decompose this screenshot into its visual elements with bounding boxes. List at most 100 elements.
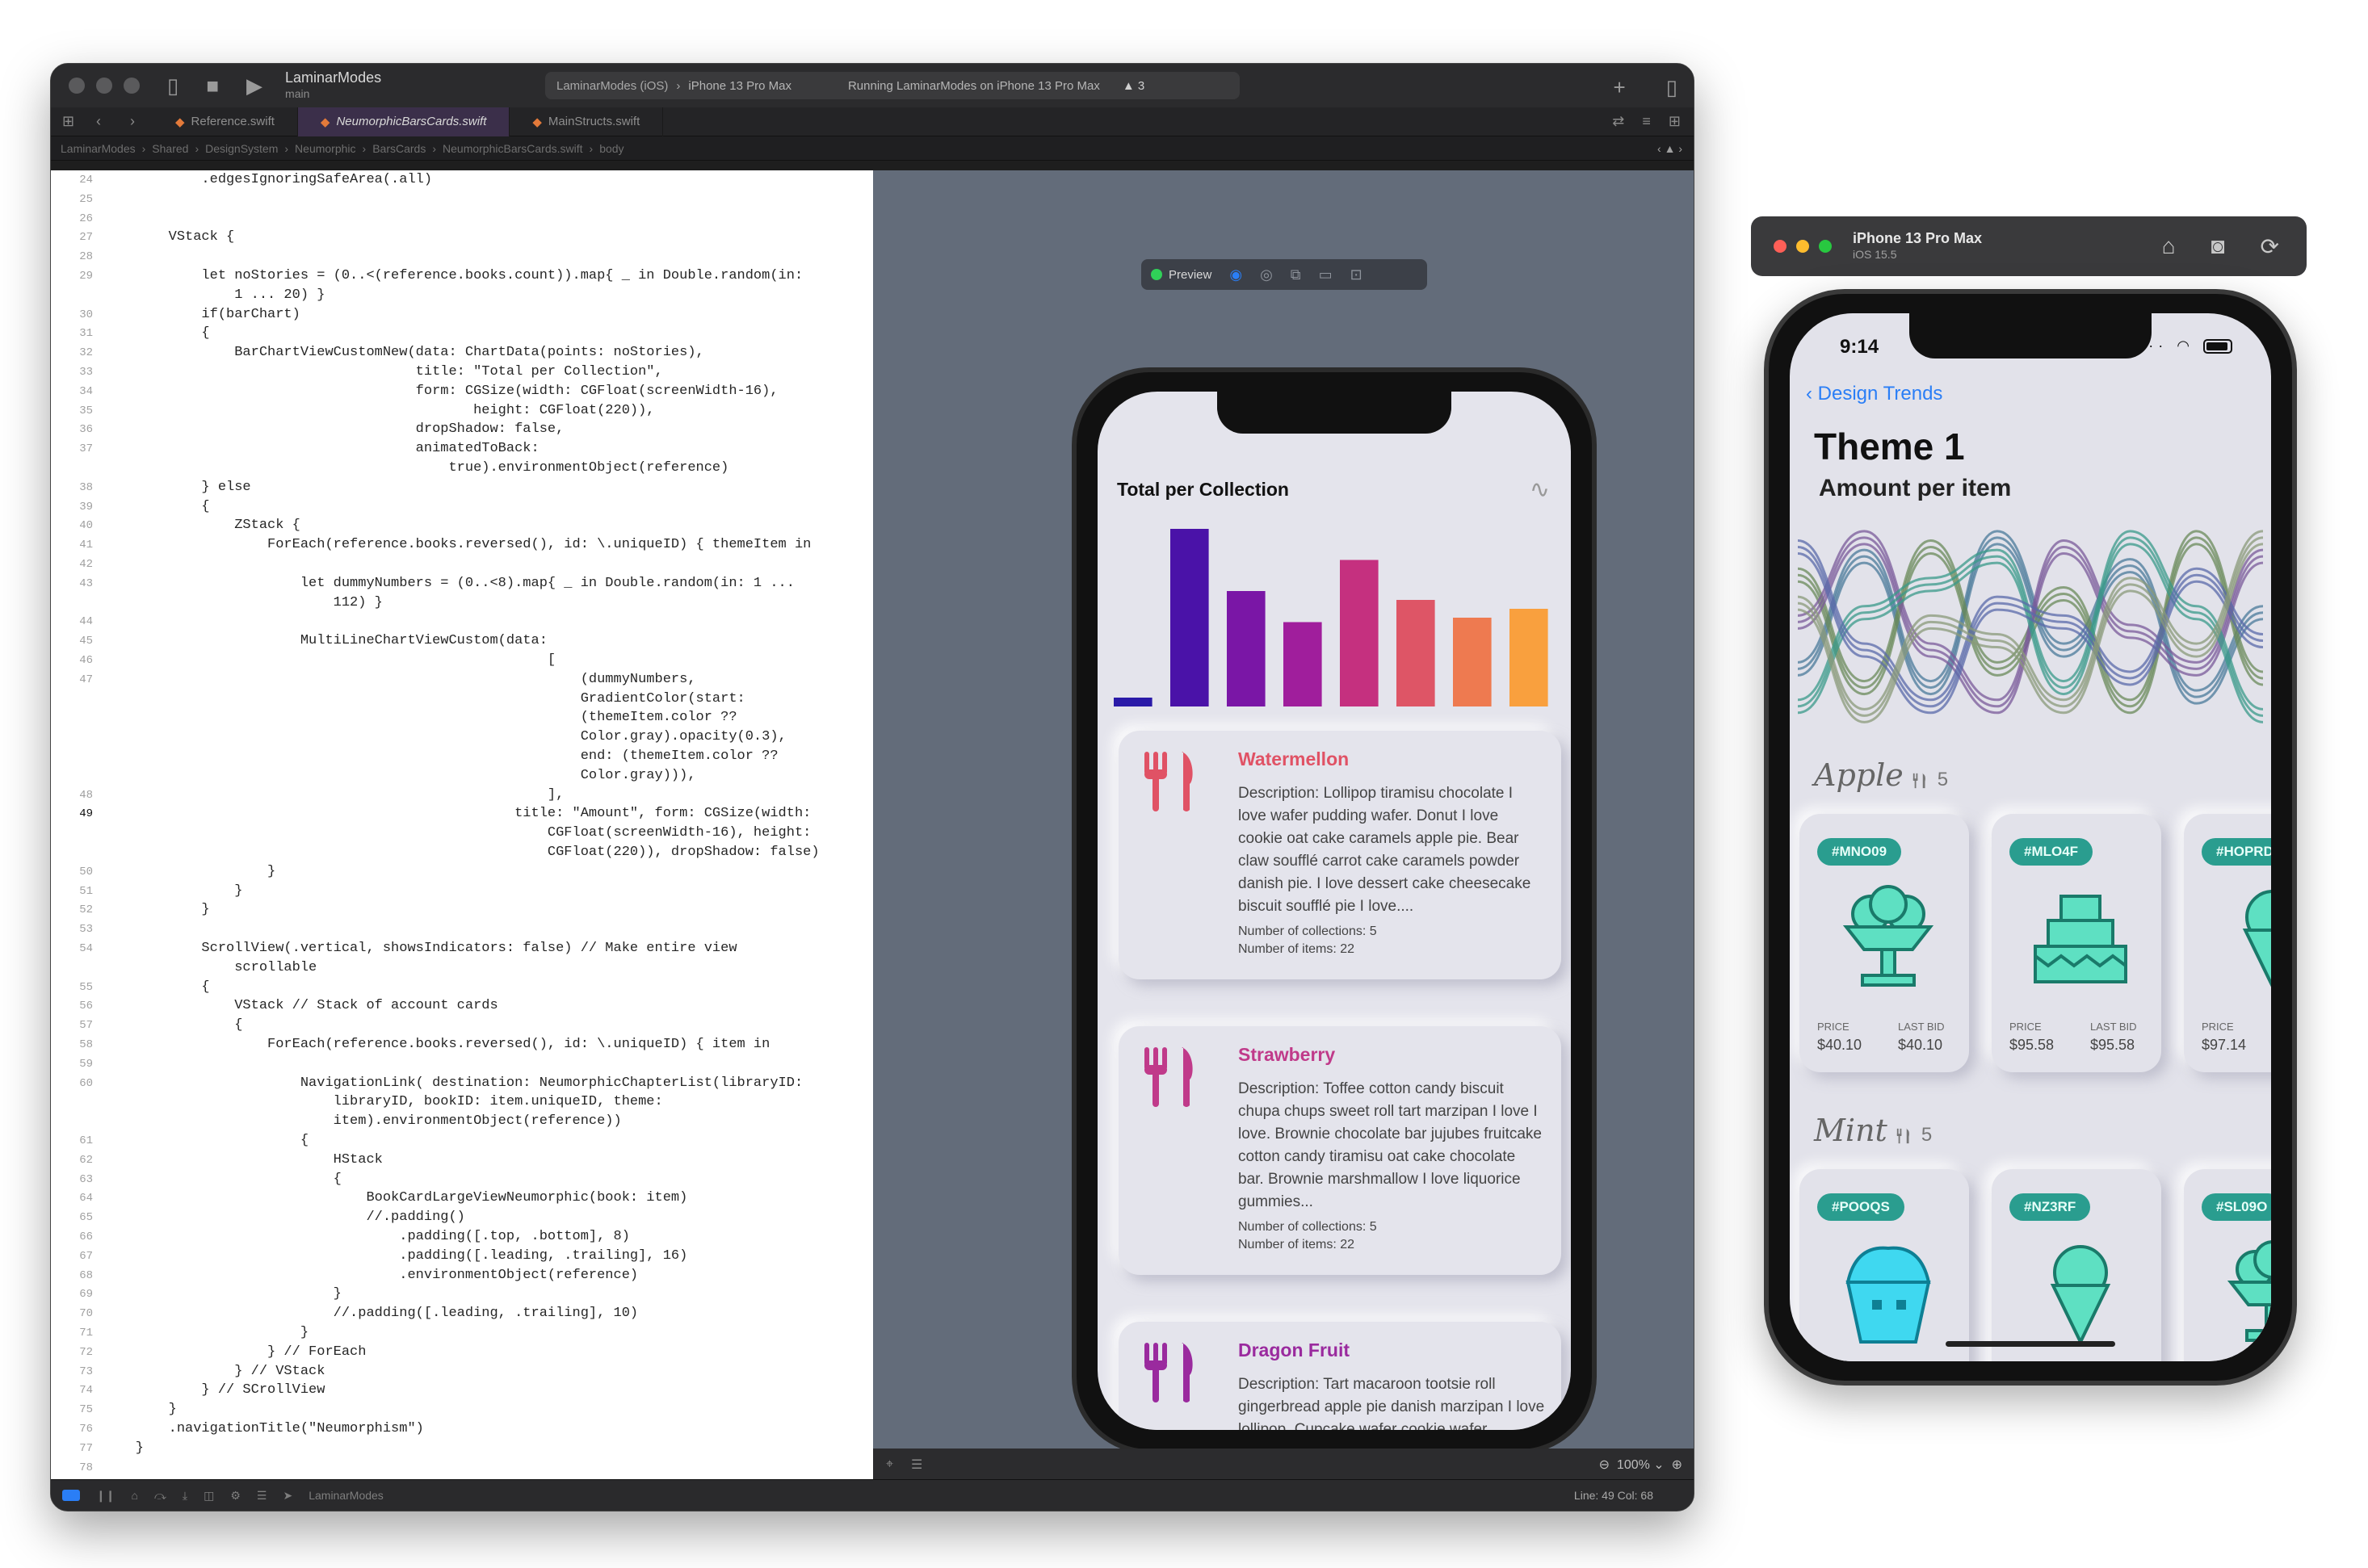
preview-canvas[interactable]: Preview ◉ ◎ ⧉ ▭ ⊡ Total per Collection ∿…: [873, 170, 1694, 1481]
back-arrow-icon[interactable]: ‹: [96, 113, 119, 130]
line-number: 48: [79, 788, 93, 802]
swift-file-icon: ◆: [532, 115, 542, 129]
pulse-icon[interactable]: ∿: [1530, 476, 1550, 504]
variants-icon[interactable]: ⊡: [1350, 266, 1362, 283]
collection-card[interactable]: Dragon Fruit Description: Tart macaroon t…: [1119, 1322, 1561, 1430]
split-editor-icon[interactable]: ⊞: [1669, 113, 1681, 130]
simulator-device-name: iPhone 13 Pro Max: [1853, 230, 1983, 246]
section-title: Apple: [1814, 757, 1904, 793]
selectable-mode-icon[interactable]: ◉: [1229, 266, 1242, 283]
sundae-icon: [1832, 882, 1945, 995]
code-text: true).environmentObject(reference): [103, 460, 729, 476]
line-number: 42: [79, 558, 93, 571]
code-text: animatedToBack:: [103, 441, 540, 457]
console-toggle-icon[interactable]: [62, 1490, 80, 1501]
code-text: {: [103, 1171, 342, 1187]
zoom-control[interactable]: ⊖ 100% ⌄ ⊕: [1599, 1457, 1682, 1473]
simulator-window-controls[interactable]: [1774, 240, 1832, 253]
editor-tab[interactable]: ◆ NeumorphicBarsCards.swift: [297, 107, 510, 136]
home-icon[interactable]: ⌂: [2162, 233, 2176, 260]
run-destination[interactable]: iPhone 13 Pro Max: [688, 79, 791, 93]
activity-bar[interactable]: LaminarModes (iOS) › iPhone 13 Pro Max R…: [545, 72, 1240, 99]
line-number: 45: [79, 635, 93, 648]
pause-icon[interactable]: ❙❙: [96, 1489, 115, 1503]
line-number: 37: [79, 442, 93, 456]
item-card[interactable]: #MLO4F PRICE $95.58 LAST BID $95.58: [1992, 814, 2161, 1072]
list-icon[interactable]: ☰: [911, 1457, 922, 1473]
preview-screen[interactable]: Total per Collection ∿ Watermellon Descri…: [1098, 392, 1571, 1430]
forward-arrow-icon[interactable]: ›: [130, 113, 153, 130]
code-text: {: [103, 979, 210, 995]
item-tag: #HOPRD: [2202, 838, 2271, 866]
pin-icon[interactable]: ⌖: [886, 1457, 893, 1472]
step-into-icon[interactable]: ⤓: [183, 1489, 187, 1503]
breadcrumb-item[interactable]: body: [599, 142, 623, 155]
screenshot-icon[interactable]: ◙: [2211, 233, 2225, 260]
breadcrumb-item[interactable]: NeumorphicBarsCards.swift: [443, 142, 583, 155]
rotate-icon[interactable]: ⟳: [2261, 233, 2279, 260]
code-text: VStack {: [103, 229, 235, 245]
window-controls[interactable]: [69, 78, 140, 94]
stop-icon[interactable]: ■: [206, 73, 219, 99]
line-number: 29: [79, 270, 93, 283]
refresh-icon[interactable]: ⇄: [1612, 113, 1624, 130]
item-card[interactable]: #NZ3RF: [1992, 1169, 2161, 1361]
item-tag: #MLO4F: [2009, 838, 2093, 866]
price-label: PRICE: [2202, 1021, 2234, 1033]
device-icon[interactable]: ▭: [1319, 266, 1333, 283]
bar-1: [1170, 529, 1209, 706]
collection-card[interactable]: Watermellon Description: Lollipop tiramis…: [1119, 731, 1561, 979]
warning-count[interactable]: ▲ 3: [1123, 79, 1144, 93]
issue-navigator-icon[interactable]: ‹ ▲ ›: [1657, 142, 1682, 155]
memory-graph-icon[interactable]: ⚙: [230, 1489, 241, 1503]
breadcrumb-item[interactable]: Shared: [152, 142, 188, 155]
breakpoint-icon[interactable]: ⌂: [131, 1489, 137, 1502]
item-card[interactable]: #MNO09 PRICE $40.10 LAST BID $40.10: [1799, 814, 1969, 1072]
line-number: 51: [79, 884, 93, 898]
code-text: ForEach(reference.books.reversed(), id: …: [103, 1037, 770, 1052]
breadcrumb-item[interactable]: DesignSystem: [205, 142, 278, 155]
editor-tab[interactable]: ◆ Reference.swift: [153, 107, 298, 136]
inspector-toggle-icon[interactable]: ▯: [1666, 75, 1677, 100]
environment-icon[interactable]: ☰: [257, 1489, 267, 1503]
item-card[interactable]: #SL09O: [2184, 1169, 2271, 1361]
simulator-screen[interactable]: 9:14 ··· ◠ ‹ Design Trends Theme 1 Amoun…: [1790, 313, 2271, 1361]
swift-file-icon: ◆: [175, 115, 185, 129]
breadcrumb-item[interactable]: BarsCards: [372, 142, 426, 155]
code-text: }: [103, 863, 276, 879]
step-over-icon[interactable]: ⤼: [154, 1489, 166, 1503]
code-text: Color.gray).opacity(0.3),: [103, 729, 787, 745]
item-card[interactable]: #POOQS: [1799, 1169, 1969, 1361]
item-card[interactable]: #HOPRD PRICE $97.14: [2184, 814, 2271, 1072]
sidebar-toggle-icon[interactable]: ▯: [167, 73, 178, 99]
code-text: form: CGSize(width: CGFloat(screenWidth-…: [103, 383, 779, 399]
editor-tab-label: MainStructs.swift: [548, 115, 640, 128]
run-scheme[interactable]: LaminarModes (iOS): [556, 79, 668, 93]
code-text: ForEach(reference.books.reversed(), id: …: [103, 537, 812, 553]
inspect-icon[interactable]: ◎: [1260, 266, 1273, 283]
code-text: dropShadow: false,: [103, 421, 565, 438]
preview-phone: Total per Collection ∿ Watermellon Descri…: [1072, 367, 1597, 1454]
grid-icon[interactable]: ⊞: [62, 113, 85, 130]
run-icon[interactable]: ▶: [246, 73, 262, 99]
code-editor[interactable]: 24 .edgesIgnoringSafeArea(.all) 25 26 27 VS…: [51, 170, 873, 1481]
editor-tab[interactable]: ◆ MainStructs.swift: [510, 107, 664, 136]
items-count: Number of items: 22: [1238, 1238, 1355, 1251]
line-number: 25: [79, 192, 93, 206]
breadcrumb-item[interactable]: Neumorphic: [295, 142, 355, 155]
location-icon[interactable]: ➤: [283, 1489, 292, 1503]
project-scheme[interactable]: LaminarModes main: [285, 69, 381, 102]
bar-5: [1396, 600, 1435, 706]
home-indicator[interactable]: [1946, 1341, 2115, 1347]
add-icon[interactable]: +: [1614, 75, 1626, 100]
price-value: $95.58: [2009, 1037, 2055, 1053]
breadcrumb-item[interactable]: LaminarModes: [61, 142, 136, 155]
editor-options-icon[interactable]: ≡: [1642, 113, 1651, 130]
multi-line-chart: [1797, 530, 2264, 723]
live-preview-button[interactable]: Preview: [1151, 268, 1211, 282]
breadcrumb-separator: ›: [362, 141, 367, 155]
back-button[interactable]: ‹ Design Trends: [1806, 383, 1942, 405]
collection-card[interactable]: Strawberry Description: Toffee cotton can…: [1119, 1026, 1561, 1275]
duplicate-icon[interactable]: ⧉: [1291, 266, 1301, 283]
view-debugger-icon[interactable]: ◫: [204, 1489, 214, 1503]
